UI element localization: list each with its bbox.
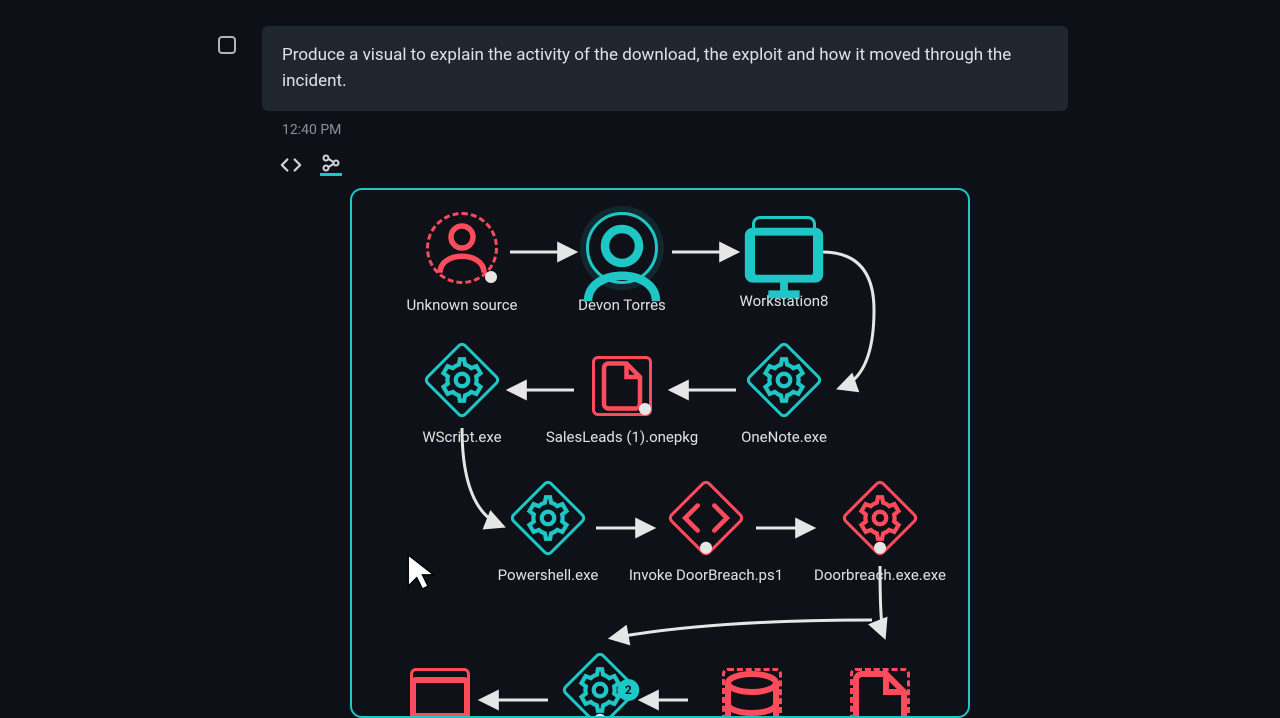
node-devon-torres[interactable]: Devon Torres [542, 212, 702, 314]
view-tabs [280, 154, 342, 176]
incident-diagram[interactable]: Unknown source Devon Torres Workstation8… [350, 188, 970, 718]
node-label: WScript.exe [382, 428, 542, 446]
gear-icon [749, 345, 820, 416]
node-label: SalesLeads (1).onepkg [542, 428, 702, 446]
node-doorbreach-exe[interactable]: Doorbreach.exe.exe [800, 490, 960, 584]
user-icon [429, 215, 495, 281]
code-tab-icon[interactable] [280, 154, 302, 176]
node-workstation-red[interactable] [360, 668, 520, 718]
node-wscript[interactable]: WScript.exe [382, 352, 542, 446]
node-label: OneNote.exe [704, 428, 864, 446]
node-label: Doorbreach.exe.exe [800, 566, 960, 584]
gear-icon [513, 483, 584, 554]
node-powershell[interactable]: Powershell.exe [468, 490, 628, 584]
prompt-text: Produce a visual to explain the activity… [282, 42, 1048, 95]
node-label: Invoke DoorBreach.ps1 [626, 566, 786, 584]
database-icon [725, 671, 779, 718]
graph-tab-icon[interactable] [320, 154, 342, 176]
file-icon [853, 671, 907, 718]
node-label: Powershell.exe [468, 566, 628, 584]
select-checkbox[interactable] [218, 36, 236, 54]
gear-icon [427, 345, 498, 416]
node-invoke-doorbreach[interactable]: Invoke DoorBreach.ps1 [626, 490, 786, 584]
count-badge: 2 [617, 679, 639, 701]
node-workstation8[interactable]: Workstation8 [704, 216, 864, 310]
node-onenote[interactable]: OneNote.exe [704, 352, 864, 446]
prompt-bar: Produce a visual to explain the activity… [262, 26, 1068, 111]
monitor-icon [413, 671, 467, 718]
node-label: Unknown source [382, 296, 542, 314]
node-file-dashed[interactable] [800, 668, 960, 718]
node-process-badged[interactable]: 2 [520, 662, 680, 718]
monitor-icon [755, 219, 813, 277]
node-unknown-source[interactable]: Unknown source [382, 212, 542, 314]
timestamp: 12:40 PM [282, 122, 341, 138]
node-salesleads[interactable]: SalesLeads (1).onepkg [542, 356, 702, 446]
user-icon [589, 215, 655, 281]
